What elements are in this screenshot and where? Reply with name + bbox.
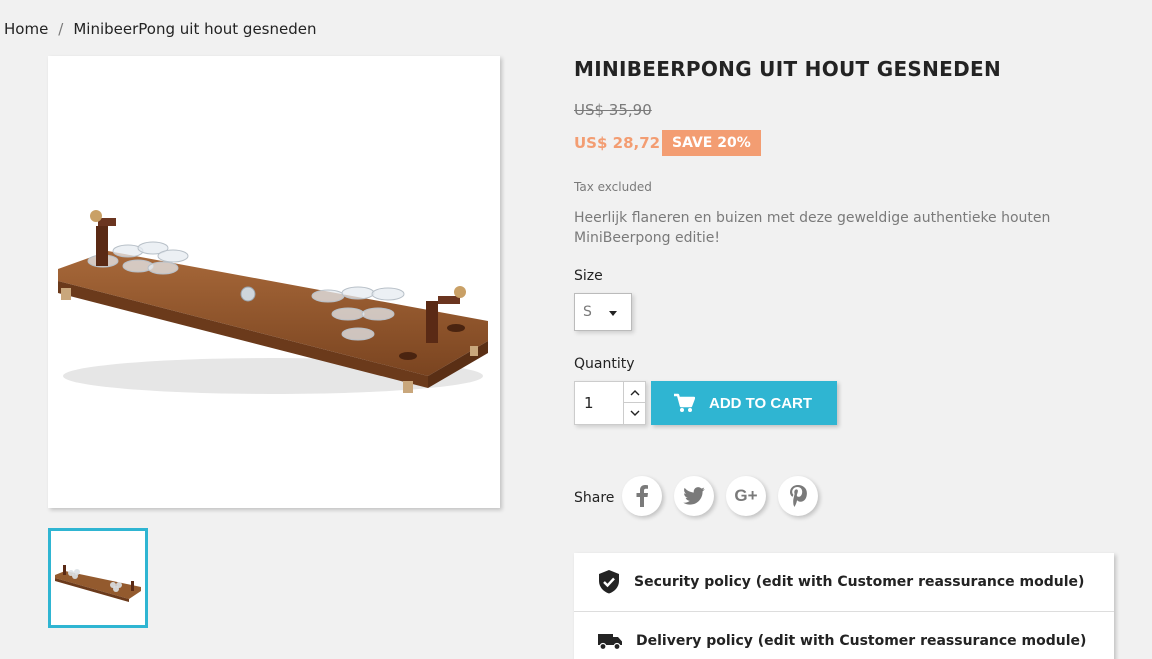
reassurance-security-text: Security policy (edit with Customer reas… [634, 574, 1085, 590]
product-thumbnail[interactable] [48, 528, 148, 628]
pinterest-icon [790, 485, 807, 507]
quantity-stepper: 1 [574, 381, 646, 425]
breadcrumb-current-link[interactable]: MinibeerPong uit hout gesneden [73, 20, 316, 38]
regular-price: US$ 35,90 [574, 101, 652, 119]
quantity-increment-button[interactable] [623, 382, 645, 403]
product-main-image[interactable] [48, 56, 500, 508]
quantity-decrement-button[interactable] [623, 403, 645, 424]
share-google-plus-button[interactable]: G+ [726, 476, 766, 516]
shield-check-icon [599, 570, 619, 594]
size-label: Size [574, 268, 603, 284]
size-selected-value: S [583, 304, 592, 320]
shopping-cart-icon [674, 393, 695, 412]
breadcrumb-home-link[interactable]: Home [4, 20, 48, 38]
share-facebook-button[interactable] [622, 476, 662, 516]
share-pinterest-button[interactable] [778, 476, 818, 516]
facebook-icon [636, 485, 648, 507]
beer-pong-board-image [58, 210, 488, 394]
truck-icon [598, 633, 622, 650]
add-to-cart-button[interactable]: ADD TO CART [651, 381, 837, 425]
chevron-down-icon [630, 410, 639, 416]
reassurance-item-security: Security policy (edit with Customer reas… [574, 553, 1114, 611]
share-twitter-button[interactable] [674, 476, 714, 516]
google-plus-icon: G+ [734, 486, 758, 505]
tax-note: Tax excluded [574, 180, 652, 194]
chevron-up-icon [630, 389, 639, 395]
reassurance-item-delivery: Delivery policy (edit with Customer reas… [574, 611, 1114, 659]
share-label: Share [574, 490, 615, 506]
breadcrumb: Home / MinibeerPong uit hout gesneden [4, 20, 317, 38]
quantity-label: Quantity [574, 356, 635, 372]
size-select[interactable]: S [574, 293, 632, 331]
discount-badge: SAVE 20% [662, 130, 761, 156]
twitter-icon [683, 487, 705, 505]
current-price: US$ 28,72 [574, 134, 661, 152]
caret-down-icon [609, 311, 617, 316]
reassurance-block: Security policy (edit with Customer reas… [574, 553, 1114, 659]
beer-pong-thumbnail-image [55, 565, 141, 602]
add-to-cart-label: ADD TO CART [709, 394, 813, 412]
breadcrumb-separator: / [58, 20, 64, 38]
product-description: Heerlijk flaneren en buizen met deze gew… [574, 210, 1051, 246]
reassurance-delivery-text: Delivery policy (edit with Customer reas… [636, 632, 1087, 649]
quantity-input[interactable]: 1 [575, 382, 623, 424]
product-title: MINIBEERPONG UIT HOUT GESNEDEN [574, 57, 1002, 81]
